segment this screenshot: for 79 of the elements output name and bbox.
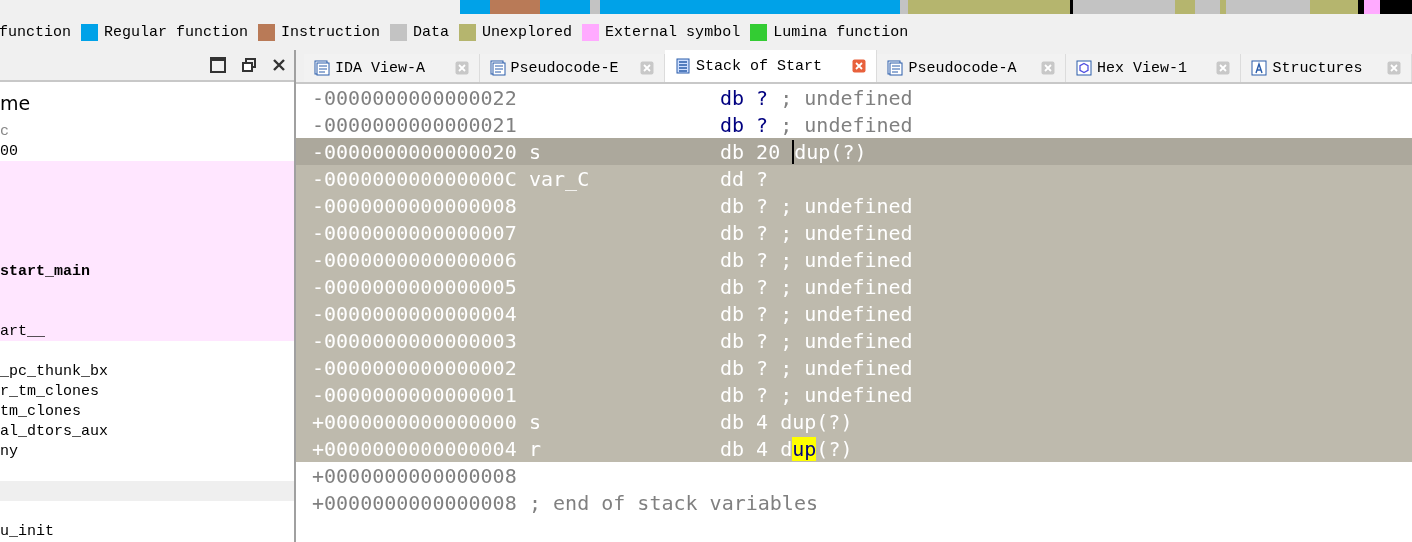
document-icon (314, 60, 330, 76)
variable-name: r (529, 436, 542, 461)
function-name[interactable]: 00 (0, 142, 18, 160)
code-text: db 4 d (720, 436, 793, 461)
library-function-row[interactable] (0, 161, 294, 181)
function-name[interactable]: u_init (0, 522, 54, 540)
document-icon (887, 60, 904, 76)
code-text: ; undefined (779, 112, 913, 137)
code-text: up (792, 436, 817, 461)
stack-offset: +0000000000000000 (311, 409, 518, 434)
stack-offset: -0000000000000006 (311, 247, 518, 272)
code-text: db ? (720, 85, 769, 110)
variable-name: var_C (529, 166, 590, 191)
stack-offset: +0000000000000004 (311, 436, 518, 461)
legend-label: Instruction (281, 23, 381, 41)
column-header[interactable]: me (0, 82, 294, 121)
code-text: db ? (720, 193, 769, 218)
code-text: db ? (720, 301, 769, 326)
code-text: db 4 dup(?) (720, 409, 853, 434)
code-text: ; undefined (779, 193, 913, 218)
code-text: (?) (816, 436, 853, 461)
stack-offset: -0000000000000003 (311, 328, 518, 353)
stack-offset: -0000000000000007 (311, 220, 518, 245)
code-text: ; undefined (779, 355, 913, 380)
function-name[interactable]: c (0, 122, 9, 140)
stack-offset: -0000000000000001 (311, 382, 518, 407)
code-text: ; undefined (779, 220, 913, 245)
stack-offset: -0000000000000022 (311, 85, 518, 110)
maximize-icon[interactable] (210, 57, 226, 73)
legend-label: Unexplored (482, 23, 573, 41)
code-text: ; undefined (779, 301, 913, 326)
function-name[interactable]: _pc_thunk_bx (0, 362, 109, 380)
document-icon (489, 60, 506, 76)
variable-name: s (529, 409, 542, 434)
code-text: db 20 (720, 139, 782, 164)
code-text: dup(?) (792, 139, 867, 164)
code-text: ; undefined (779, 328, 913, 353)
function-name[interactable]: art__ (0, 322, 45, 340)
variable-name: s (529, 139, 542, 164)
legend-label: External symbol (605, 23, 741, 41)
code-text: ; undefined (779, 274, 913, 299)
legend-label: Lumina function (773, 23, 909, 41)
stack-offset: -0000000000000004 (311, 301, 518, 326)
code-text: dd ? (720, 166, 769, 191)
function-name[interactable]: tm_clones (0, 402, 81, 420)
stack-offset: +0000000000000008 (311, 490, 518, 515)
function-name[interactable]: start_main (0, 262, 90, 280)
stack-offset: -0000000000000008 (311, 193, 518, 218)
stack-offset: -0000000000000005 (311, 274, 518, 299)
tab[interactable]: Stack of Start (665, 50, 878, 82)
stack-offset: +0000000000000008 (311, 463, 518, 488)
stack-offset: -0000000000000002 (311, 355, 518, 380)
code-text: db ? (720, 382, 769, 407)
function-name[interactable]: r_tm_clones (0, 382, 100, 400)
comment-text: ; end of stack variables (529, 490, 818, 515)
stack-offset: -0000000000000020 (311, 139, 518, 164)
legend-label: Data (413, 23, 450, 41)
legend-label: Regular function (104, 23, 249, 41)
code-text: db ? (720, 112, 769, 137)
library-function-row[interactable]: start_main (0, 261, 294, 281)
function-name[interactable]: al_dtors_aux (0, 422, 109, 440)
code-text: ; undefined (779, 247, 913, 272)
code-text: ; undefined (779, 382, 913, 407)
legend-label: function (0, 23, 71, 41)
letter-a-icon (1251, 60, 1268, 76)
close-icon[interactable] (272, 58, 286, 72)
code-text: db ? (720, 247, 769, 272)
restore-icon[interactable] (242, 58, 256, 72)
code-text: db ? (720, 355, 769, 380)
code-text: db ? (720, 220, 769, 245)
code-text: db ? (720, 274, 769, 299)
stack-offset: -000000000000000C (311, 166, 518, 191)
separator-row[interactable] (0, 481, 294, 501)
library-function-row[interactable]: art__ (0, 321, 294, 341)
function-name[interactable]: ny (0, 442, 18, 460)
stack-offset: -0000000000000021 (311, 112, 518, 137)
code-text: ; undefined (779, 85, 913, 110)
code-text: db ? (720, 328, 769, 353)
stack-icon (675, 58, 692, 74)
